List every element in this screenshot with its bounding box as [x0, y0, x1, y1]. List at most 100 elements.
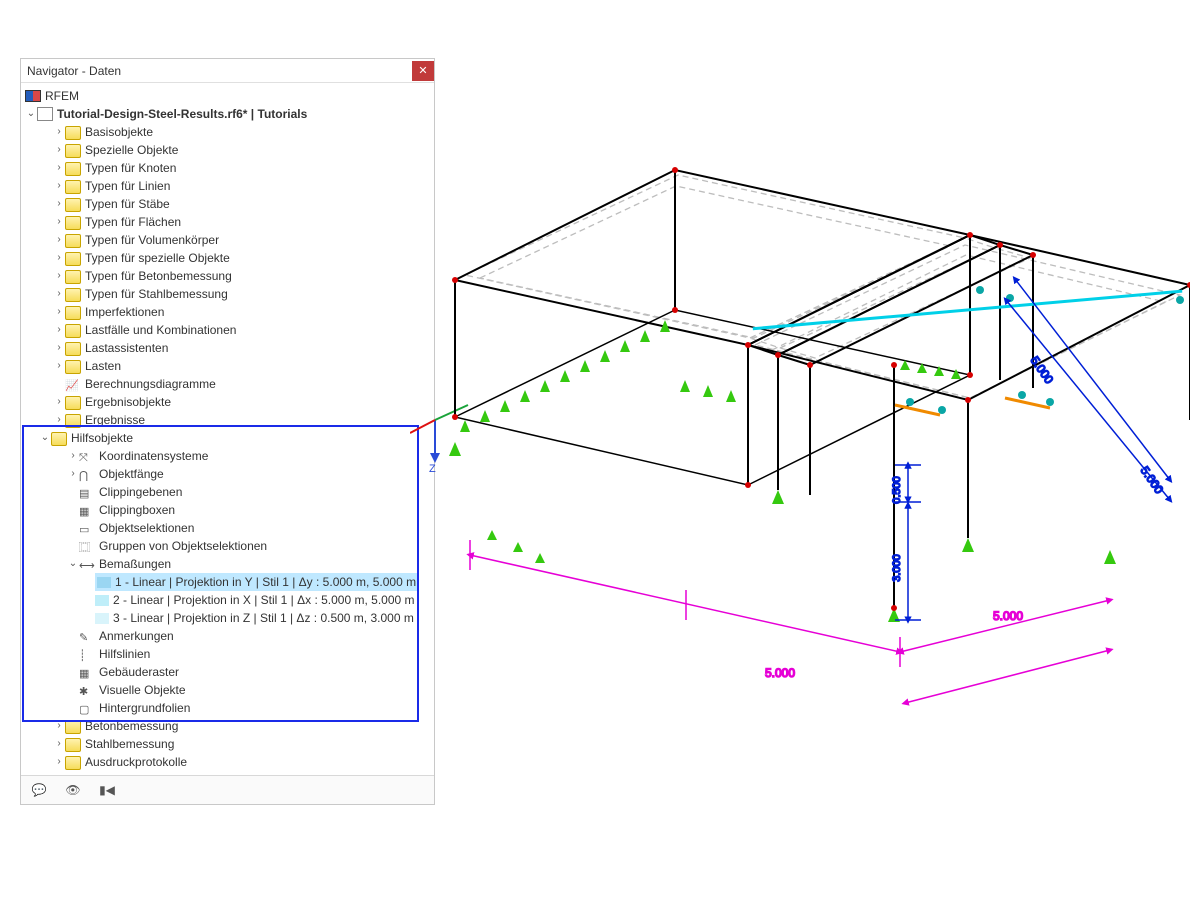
tree-item-lastassistenten[interactable]: Lastassistenten: [21, 339, 434, 357]
caret-icon[interactable]: [53, 123, 65, 141]
caret-icon[interactable]: [25, 105, 37, 123]
close-icon: ✕: [418, 64, 427, 77]
tree-item-ergebnisse[interactable]: Ergebnisse: [21, 411, 434, 429]
caret-icon[interactable]: [53, 213, 65, 231]
panel-close-button[interactable]: ✕: [412, 61, 434, 81]
tree-item-ausdruckprotokolle[interactable]: Ausdruckprotokolle: [21, 753, 434, 771]
clip-box-icon: ▦: [79, 503, 95, 517]
group-icon: ⿴: [79, 539, 95, 553]
caret-icon[interactable]: [67, 447, 79, 465]
tree-item-typen-spezielle[interactable]: Typen für spezielle Objekte: [21, 249, 434, 267]
cyan-member: [753, 291, 1182, 329]
tree-item-bemassungen[interactable]: ⟷Bemaßungen: [21, 555, 434, 573]
dim-label: 5.000: [1138, 464, 1167, 497]
tree-project[interactable]: Tutorial-Design-Steel-Results.rf6* | Tut…: [21, 105, 434, 123]
tree-item-clippingboxen[interactable]: ▦Clippingboxen: [21, 501, 434, 519]
tree-item-koordinatensysteme[interactable]: ⤧Koordinatensysteme: [21, 447, 434, 465]
tree-root-rfem[interactable]: RFEM: [21, 87, 434, 105]
tree-item-imperfektionen[interactable]: Imperfektionen: [21, 303, 434, 321]
caret-icon[interactable]: [53, 339, 65, 357]
folder-icon: [65, 324, 81, 338]
tree-item-objektfaenge[interactable]: ⋂Objektfänge: [21, 465, 434, 483]
tree-item-betonbemessung[interactable]: Betonbemessung: [21, 717, 434, 735]
tree-item-typen-knoten[interactable]: Typen für Knoten: [21, 159, 434, 177]
tree-item-hilfsobjekte[interactable]: Hilfsobjekte: [21, 429, 434, 447]
folder-icon: [65, 252, 81, 266]
tree-item-bem2[interactable]: 2 - Linear | Projektion in X | Stil 1 | …: [21, 591, 434, 609]
tree-item-lastfaelle[interactable]: Lastfälle und Kombinationen: [21, 321, 434, 339]
tree-item-typen-staebe[interactable]: Typen für Stäbe: [21, 195, 434, 213]
caret-icon[interactable]: [53, 177, 65, 195]
tree-item-typen-stahl[interactable]: Typen für Stahlbemessung: [21, 285, 434, 303]
caret-icon[interactable]: [53, 141, 65, 159]
selection-icon: ▭: [79, 521, 95, 535]
folder-icon: [65, 342, 81, 356]
caret-icon[interactable]: [53, 717, 65, 735]
caret-icon[interactable]: [53, 249, 65, 267]
folder-icon: [65, 306, 81, 320]
dim-label: 5.000: [765, 666, 795, 680]
caret-icon[interactable]: [67, 555, 79, 573]
tree-item-bem3[interactable]: 3 - Linear | Projektion in Z | Stil 1 | …: [21, 609, 434, 627]
tree-item-visuelle-objekte[interactable]: ✱Visuelle Objekte: [21, 681, 434, 699]
tree-item-stahlbemessung[interactable]: Stahlbemessung: [21, 735, 434, 753]
tree-item-ergebnisobjekte[interactable]: Ergebnisobjekte: [21, 393, 434, 411]
caret-icon[interactable]: [39, 429, 51, 447]
axes-icon: ⤧: [79, 449, 95, 463]
tree-item-berechnungsdiagramme[interactable]: 📈Berechnungsdiagramme: [21, 375, 434, 393]
caret-icon[interactable]: [53, 267, 65, 285]
caret-icon[interactable]: [67, 465, 79, 483]
tree-item-objektselektionen[interactable]: ▭Objektselektionen: [21, 519, 434, 537]
tree-item-clippingebenen[interactable]: ▤Clippingebenen: [21, 483, 434, 501]
caret-icon[interactable]: [53, 303, 65, 321]
tree-item-lasten[interactable]: Lasten: [21, 357, 434, 375]
hinges: [906, 286, 1184, 414]
tree-item-typen-linien[interactable]: Typen für Linien: [21, 177, 434, 195]
dim-label: 3.000: [891, 554, 903, 582]
rfem-icon: [25, 90, 41, 102]
video-button[interactable]: ▮◀: [95, 780, 119, 800]
navigator-tree[interactable]: RFEM Tutorial-Design-Steel-Results.rf6* …: [21, 83, 434, 775]
tree-item-hintergrundfolien[interactable]: ▢Hintergrundfolien: [21, 699, 434, 717]
person-icon: ✱: [79, 683, 95, 697]
caret-icon[interactable]: [53, 195, 65, 213]
folder-icon: [65, 162, 81, 176]
caret-icon[interactable]: [53, 735, 65, 753]
tree-item-basisobjekte[interactable]: Basisobjekte: [21, 123, 434, 141]
model-viewport[interactable]: Z: [410, 120, 1190, 720]
tree-item-anmerkungen[interactable]: ✎Anmerkungen: [21, 627, 434, 645]
tree-item-bem1[interactable]: 1 - Linear | Projektion in Y | Stil 1 | …: [21, 573, 434, 591]
tree-item-gruppen-objsel[interactable]: ⿴Gruppen von Objektselektionen: [21, 537, 434, 555]
folder-icon: [65, 720, 81, 734]
new-comment-button[interactable]: 💬: [27, 780, 51, 800]
green-supports: [449, 320, 1116, 622]
view-button[interactable]: 👁: [61, 780, 85, 800]
caret-icon[interactable]: [53, 411, 65, 429]
caret-icon[interactable]: [53, 357, 65, 375]
caret-icon[interactable]: [53, 231, 65, 249]
dimension-y: 5.000 5.000: [1006, 279, 1170, 500]
caret-icon[interactable]: [53, 753, 65, 771]
caret-icon[interactable]: [53, 285, 65, 303]
tree-item-typen-volumen[interactable]: Typen für Volumenkörper: [21, 231, 434, 249]
caret-icon[interactable]: [53, 393, 65, 411]
folder-icon: [65, 270, 81, 284]
folder-icon: [65, 198, 81, 212]
file-icon: [37, 107, 53, 121]
panel-titlebar: Navigator - Daten ✕: [21, 59, 434, 83]
folder-icon: [65, 216, 81, 230]
tree-item-hilfslinien[interactable]: ┊Hilfslinien: [21, 645, 434, 663]
clip-plane-icon: ▤: [79, 485, 95, 499]
tree-item-spezielle[interactable]: Spezielle Objekte: [21, 141, 434, 159]
tree-item-typen-flaechen[interactable]: Typen für Flächen: [21, 213, 434, 231]
tree-item-typen-beton[interactable]: Typen für Betonbemessung: [21, 267, 434, 285]
folder-icon: [65, 180, 81, 194]
magnet-icon: ⋂: [79, 467, 95, 481]
eye-icon: 👁: [65, 783, 80, 797]
caret-icon[interactable]: [53, 321, 65, 339]
tree-item-gebaederaster[interactable]: ▦Gebäuderaster: [21, 663, 434, 681]
caret-icon[interactable]: [53, 159, 65, 177]
folder-icon: [65, 756, 81, 770]
folder-icon: [65, 234, 81, 248]
dimension-icon: ⟷: [79, 557, 95, 571]
